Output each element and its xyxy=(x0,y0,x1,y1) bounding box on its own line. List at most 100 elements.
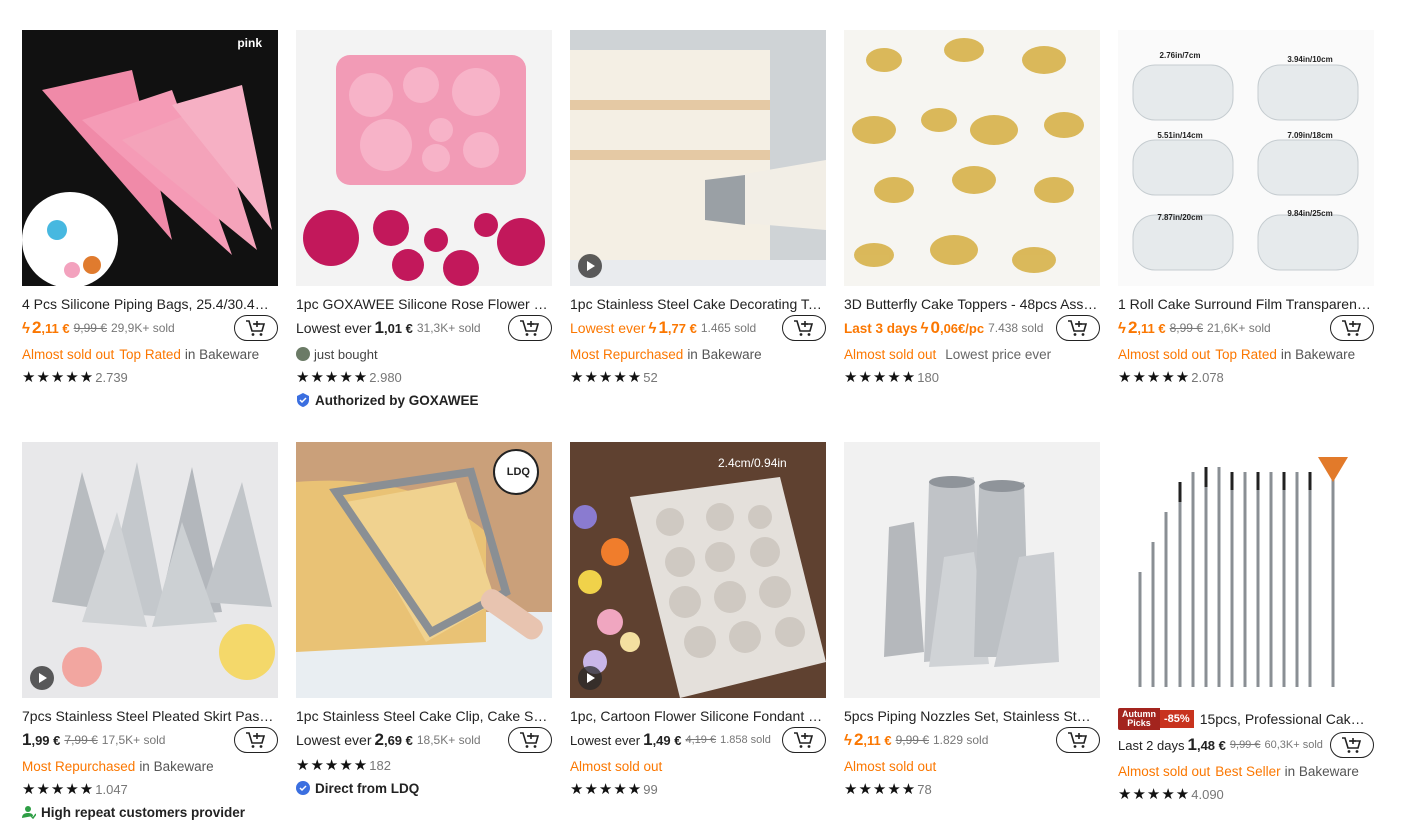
product-card[interactable]: 1pc GOXAWEE Silicone Rose Flower Cak... … xyxy=(296,30,552,412)
lightning-icon: ϟ xyxy=(648,319,657,337)
category-text: in Bakeware xyxy=(1284,763,1359,779)
product-image[interactable] xyxy=(570,30,826,286)
last-days-label: Last 3 days xyxy=(844,320,918,336)
category-text: in Bakeware xyxy=(139,758,214,774)
product-card[interactable]: Autumn Picks -85% 15pcs, Professional Cak… xyxy=(1118,442,1374,824)
cart-plus-icon xyxy=(794,320,814,336)
product-card[interactable]: 2.4cm/0.94in 1pc, Cartoon Flower Silicon… xyxy=(570,442,826,824)
product-image[interactable] xyxy=(844,30,1100,286)
image-label: pink xyxy=(237,36,262,50)
brand-logo: LDQ xyxy=(506,466,530,478)
product-image[interactable] xyxy=(844,442,1100,698)
rating-count: 2.980 xyxy=(369,369,402,385)
product-card[interactable]: pink 4 Pcs Silicone Piping Bags, 25.4/30… xyxy=(22,30,278,412)
cart-plus-icon xyxy=(1342,320,1362,336)
product-image[interactable] xyxy=(296,30,552,286)
price-row: Last 2 days 1,48 € 9,99 € 60,3K+ sold xyxy=(1118,731,1374,759)
cart-plus-icon xyxy=(520,320,540,336)
product-title[interactable]: 4 Pcs Silicone Piping Bags, 25.4/30.48/3… xyxy=(22,296,276,313)
tag-top-rated[interactable]: Top Rated xyxy=(119,346,181,363)
tag-almost-sold-out: Almost sold out xyxy=(22,346,115,362)
stars-icon: ★★★★★ xyxy=(570,369,643,386)
rating-count: 180 xyxy=(917,369,939,385)
product-card[interactable]: 7pcs Stainless Steel Pleated Skirt Pastr… xyxy=(22,442,278,824)
rating: ★★★★★ 2.980 xyxy=(296,366,552,388)
add-to-cart-button[interactable] xyxy=(508,315,552,341)
cake-clip-image xyxy=(296,442,552,698)
product-image[interactable] xyxy=(22,442,278,698)
add-to-cart-button[interactable] xyxy=(782,315,826,341)
rating-count: 4.090 xyxy=(1191,786,1224,802)
product-title[interactable]: 1pc GOXAWEE Silicone Rose Flower Cak... xyxy=(296,296,550,313)
product-image[interactable]: 2.76in/7cm 3.94in/10cm 5.51in/14cm 7.09i… xyxy=(1118,30,1374,286)
rating-count: 78 xyxy=(917,781,932,797)
direct-from-seller: Direct from LDQ xyxy=(296,776,552,800)
price: 2,69 € xyxy=(374,730,413,749)
product-title[interactable]: 1pc Stainless Steel Cake Clip, Cake Slic… xyxy=(296,708,550,725)
tag-line: Almost sold out Top Rated in Bakeware xyxy=(22,342,278,366)
rating-count: 52 xyxy=(643,369,658,385)
price-row: Lowest ever 2,69 € 18,5K+ sold xyxy=(296,726,552,754)
product-image[interactable]: pink xyxy=(22,30,278,286)
play-video-icon[interactable] xyxy=(30,666,54,690)
film-size-label: 9.84in/25cm xyxy=(1287,209,1332,218)
lowest-ever-label: Lowest ever xyxy=(570,320,646,336)
product-image[interactable]: LDQ xyxy=(296,442,552,698)
stars-icon: ★★★★★ xyxy=(296,369,369,386)
play-video-icon[interactable] xyxy=(578,666,602,690)
piping-bags-image xyxy=(22,70,272,286)
add-to-cart-button[interactable] xyxy=(782,727,826,753)
add-to-cart-button[interactable] xyxy=(1056,727,1100,753)
price: 2,11 € xyxy=(1127,318,1166,337)
add-to-cart-button[interactable] xyxy=(1056,315,1100,341)
add-to-cart-button[interactable] xyxy=(508,727,552,753)
product-card[interactable]: LDQ 1pc Stainless Steel Cake Clip, Cake … xyxy=(296,442,552,824)
rating-count: 182 xyxy=(369,757,391,773)
product-card[interactable]: 5pcs Piping Nozzles Set, Stainless Steel… xyxy=(844,442,1100,824)
price: 1,48 € xyxy=(1187,735,1226,754)
rating: ★★★★★ 182 xyxy=(296,754,552,776)
tag-best-seller[interactable]: Best Seller xyxy=(1215,763,1280,780)
product-title-row: Autumn Picks -85% 15pcs, Professional Cak… xyxy=(1118,708,1372,730)
cake-film-image: 2.76in/7cm 3.94in/10cm 5.51in/14cm 7.09i… xyxy=(1132,51,1359,271)
add-to-cart-button[interactable] xyxy=(234,315,278,341)
add-to-cart-button[interactable] xyxy=(234,727,278,753)
product-title[interactable]: 15pcs, Professional Cake D... xyxy=(1200,711,1372,728)
product-image[interactable] xyxy=(1118,442,1374,698)
price: 1,49 € xyxy=(643,730,682,749)
cart-plus-icon xyxy=(520,732,540,748)
film-size-label: 7.09in/18cm xyxy=(1287,131,1332,140)
just-bought: just bought xyxy=(296,346,378,363)
product-title[interactable]: 5pcs Piping Nozzles Set, Stainless Steel… xyxy=(844,708,1098,725)
tag-line: Almost sold out xyxy=(844,754,1100,778)
rating: ★★★★★ 2.739 xyxy=(22,366,278,388)
stars-icon: ★★★★★ xyxy=(22,369,95,386)
repeat-customers: High repeat customers provider xyxy=(22,800,278,824)
product-title[interactable]: 1pc, Cartoon Flower Silicone Fondant C..… xyxy=(570,708,824,725)
tag-top-rated[interactable]: Top Rated xyxy=(1215,346,1277,363)
tag-almost-sold-out: Almost sold out xyxy=(1118,346,1211,362)
rating: ★★★★★ 180 xyxy=(844,366,1100,388)
add-to-cart-button[interactable] xyxy=(1330,315,1374,341)
add-to-cart-button[interactable] xyxy=(1330,732,1374,758)
product-title[interactable]: 1pc Stainless Steel Cake Decorating Too.… xyxy=(570,296,824,313)
play-video-icon[interactable] xyxy=(578,254,602,278)
product-title[interactable]: 7pcs Stainless Steel Pleated Skirt Pastr… xyxy=(22,708,276,725)
stars-icon: ★★★★★ xyxy=(296,757,369,774)
sold-count: 31,3K+ sold xyxy=(416,321,481,335)
product-card[interactable]: 1pc Stainless Steel Cake Decorating Too.… xyxy=(570,30,826,412)
tag-most-repurchased[interactable]: Most Repurchased xyxy=(570,346,683,363)
lightning-icon: ϟ xyxy=(1118,319,1126,337)
tag-almost-sold-out: Almost sold out xyxy=(570,758,663,774)
tag-most-repurchased[interactable]: Most Repurchased xyxy=(22,758,135,775)
film-size-label: 3.94in/10cm xyxy=(1287,55,1332,64)
product-card[interactable]: 2.76in/7cm 3.94in/10cm 5.51in/14cm 7.09i… xyxy=(1118,30,1374,412)
verified-icon xyxy=(296,781,310,795)
product-title[interactable]: 3D Butterfly Cake Toppers - 48pcs Asso..… xyxy=(844,296,1098,313)
avatar xyxy=(296,347,310,361)
product-image[interactable]: 2.4cm/0.94in xyxy=(570,442,826,698)
product-card[interactable]: 3D Butterfly Cake Toppers - 48pcs Asso..… xyxy=(844,30,1100,412)
product-title[interactable]: 1 Roll Cake Surround Film Transparent ..… xyxy=(1118,296,1372,313)
tag-line: just bought xyxy=(296,342,552,366)
rating: ★★★★★ 2.078 xyxy=(1118,366,1374,388)
